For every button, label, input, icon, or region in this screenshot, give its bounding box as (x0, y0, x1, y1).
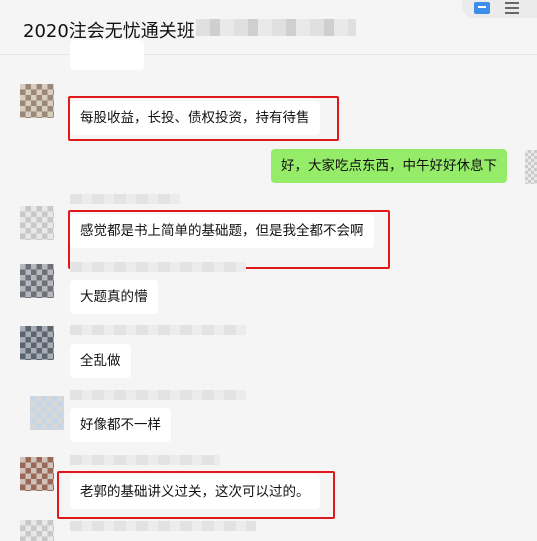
own-message-bubble: 好，大家吃点东西，中午好好休息下 (271, 149, 507, 183)
sender-name (70, 262, 246, 272)
avatar[interactable] (20, 264, 54, 298)
sender-name (70, 521, 256, 531)
avatar[interactable] (20, 457, 54, 491)
message-bubble-partial (70, 40, 144, 70)
blurred-title-suffix (196, 19, 356, 36)
message-bubble: 好像都不一样 (70, 408, 171, 442)
avatar[interactable] (20, 206, 54, 240)
avatar[interactable] (20, 326, 54, 360)
sender-name (70, 455, 220, 465)
screen-share-icon[interactable] (474, 2, 490, 14)
sender-name (70, 325, 246, 335)
highlight-box (68, 96, 339, 141)
message-bubble: 大题真的懵 (70, 280, 158, 314)
avatar[interactable] (20, 520, 54, 541)
sender-name (70, 390, 246, 400)
own-avatar[interactable] (525, 150, 537, 184)
avatar[interactable] (20, 84, 54, 118)
window-controls (462, 0, 537, 18)
sender-name (70, 194, 180, 204)
highlight-box (68, 210, 390, 269)
message-bubble: 全乱做 (70, 344, 131, 378)
highlight-box (57, 471, 335, 519)
menu-icon[interactable] (505, 2, 519, 14)
avatar[interactable] (30, 396, 64, 430)
